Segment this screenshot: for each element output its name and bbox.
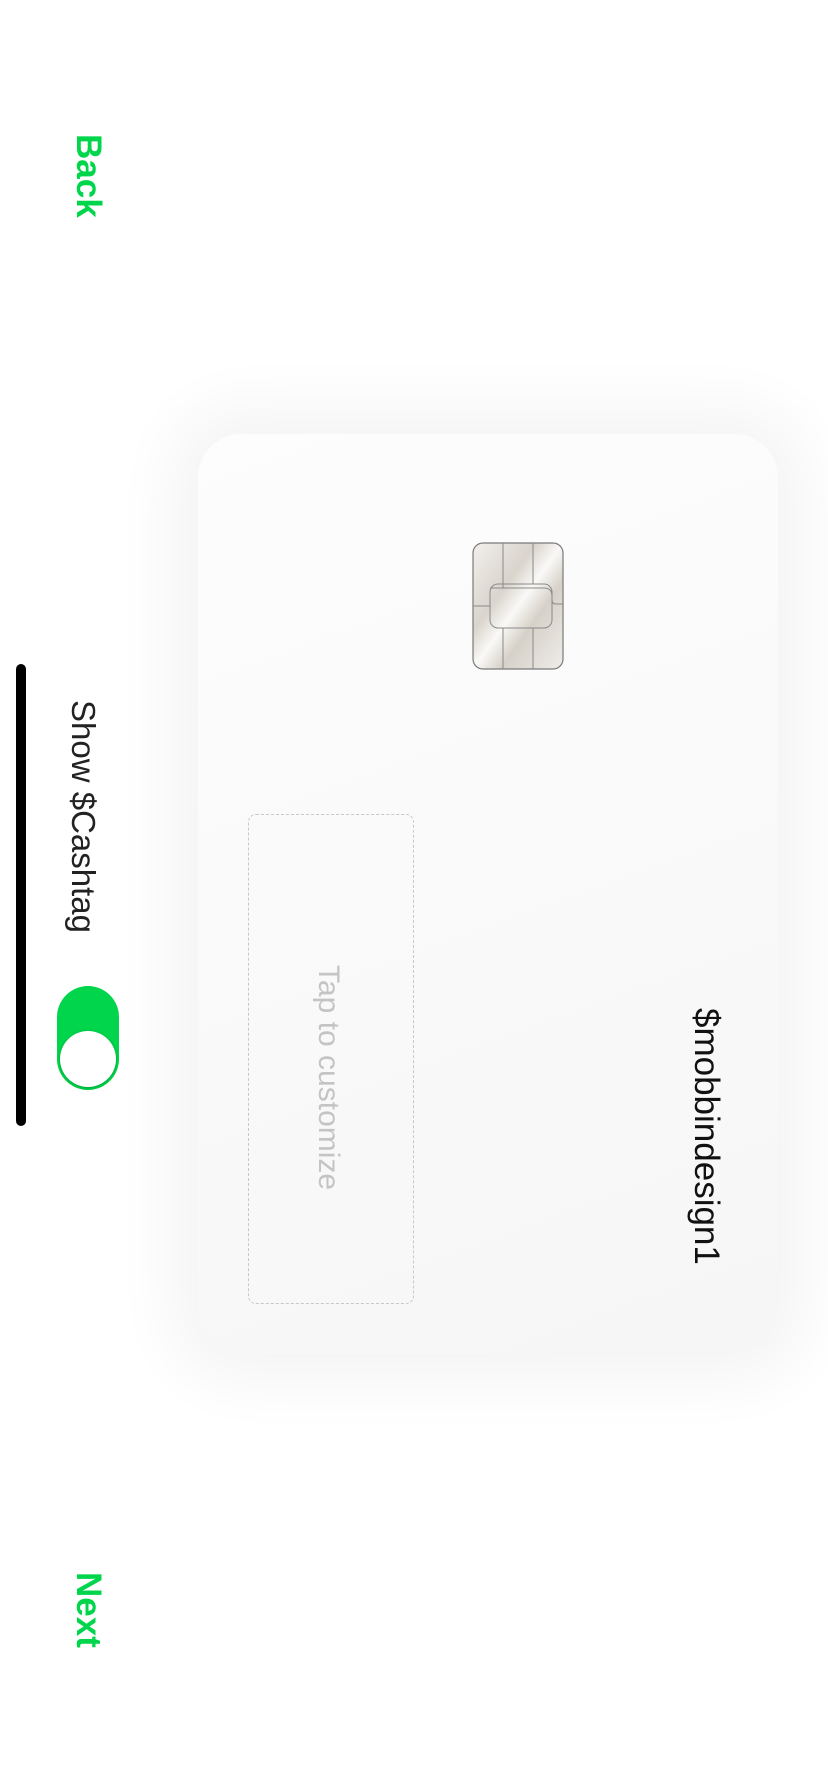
customize-placeholder: Tap to customize — [312, 965, 345, 1191]
card-chip-icon — [472, 542, 564, 670]
show-cashtag-toggle[interactable] — [57, 986, 119, 1090]
home-indicator[interactable] — [16, 664, 26, 1126]
next-button[interactable]: Next — [68, 1572, 108, 1648]
card-design-screen: Back Show $Cashtag Next Tap to customize… — [0, 0, 828, 1792]
show-cashtag-label: Show $Cashtag — [65, 700, 102, 933]
back-button[interactable]: Back — [68, 134, 108, 218]
card-cashtag: $mobbindesign1 — [687, 1008, 726, 1265]
toggle-knob — [60, 1031, 116, 1087]
cash-card-preview[interactable]: Tap to customize $mobbindesign1 — [198, 434, 778, 1354]
customize-signature-area[interactable]: Tap to customize — [248, 814, 414, 1304]
